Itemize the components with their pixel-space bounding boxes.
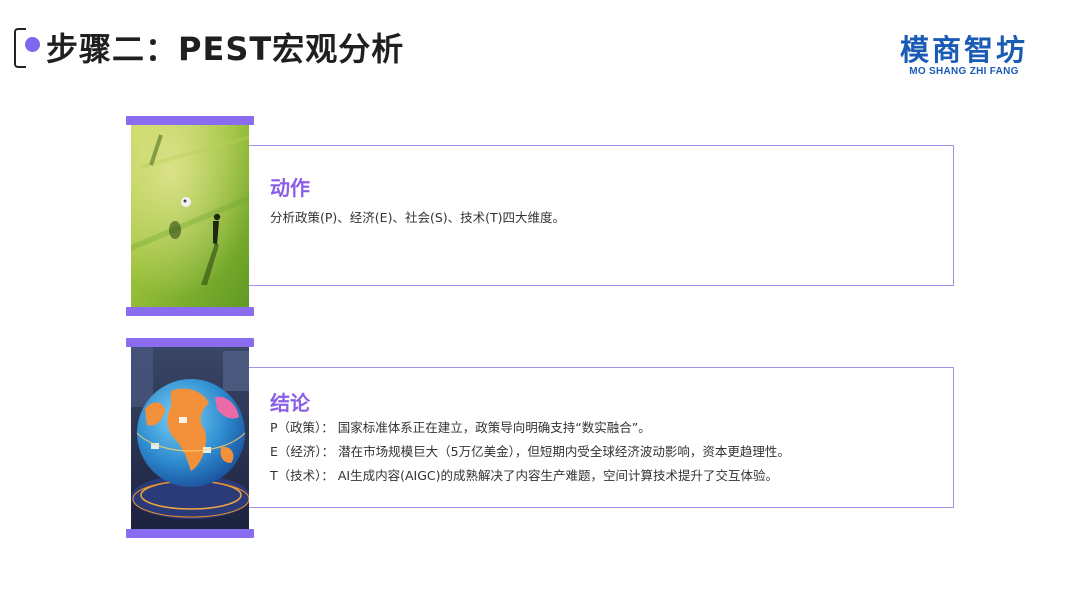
- conclusion-line-technology: T（技术）： AI生成内容(AIGC)的成熟解决了内容生产难题，空间计算技术提升…: [270, 468, 779, 483]
- title-bracket-decoration: [14, 28, 26, 68]
- logo-chinese-text: 模商智坊: [899, 33, 1028, 67]
- logo-english-text: MO SHANG ZHI FANG: [909, 66, 1019, 77]
- action-card: 动作 分析政策(P)、经济(E)、社会(S)、技术(T)四大维度。: [126, 116, 954, 316]
- action-heading: 动作: [270, 176, 310, 200]
- action-image-frame: [126, 116, 254, 316]
- bottom-accent-bar: [126, 529, 254, 538]
- conclusion-image-frame: [126, 338, 254, 538]
- company-logo: 模商智坊 MO SHANG ZHI FANG: [898, 34, 1030, 78]
- title-dot-icon: [25, 37, 40, 52]
- conclusion-line-policy: P（政策）： 国家标准体系正在建立，政策导向明确支持“数实融合”。: [270, 420, 651, 435]
- bottom-accent-bar: [126, 307, 254, 316]
- page-title: 步骤二：PEST宏观分析: [46, 30, 405, 68]
- top-accent-bar: [126, 116, 254, 125]
- conclusion-line-economy: E（经济）： 潜在市场规模巨大（5万亿美金），但短期内受全球经济波动影响，资本更…: [270, 444, 790, 459]
- conclusion-card: 结论 P（政策）： 国家标准体系正在建立，政策导向明确支持“数实融合”。 E（经…: [126, 338, 954, 538]
- conclusion-heading: 结论: [270, 391, 310, 415]
- globe-image: [131, 347, 249, 529]
- top-accent-bar: [126, 338, 254, 347]
- soccer-field-image: [131, 125, 249, 307]
- action-text: 分析政策(P)、经济(E)、社会(S)、技术(T)四大维度。: [270, 210, 566, 225]
